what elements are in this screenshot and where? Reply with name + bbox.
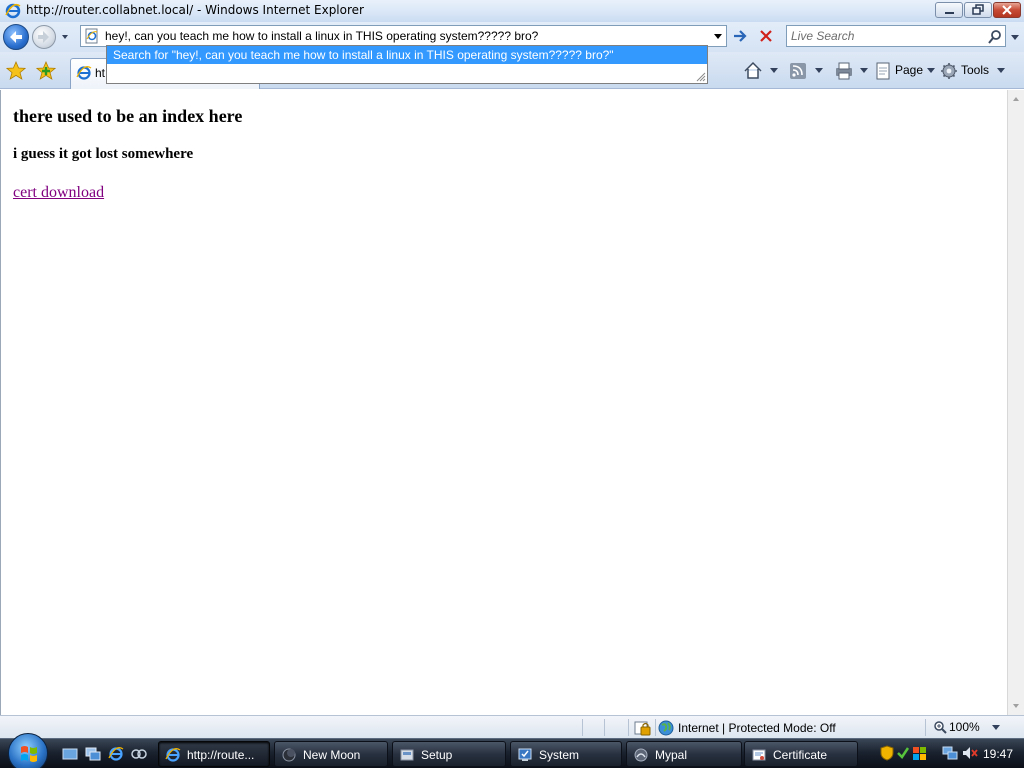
ie-icon <box>5 3 21 19</box>
window-title: http://router.collabnet.local/ - Windows… <box>26 3 364 17</box>
title-bar: http://router.collabnet.local/ - Windows… <box>0 0 1024 22</box>
mypal-icon <box>634 748 648 762</box>
checkmark-icon[interactable] <box>896 745 910 761</box>
cert-download-link[interactable]: cert download <box>13 184 104 202</box>
search-options-dropdown-icon[interactable] <box>1010 32 1020 42</box>
status-divider <box>604 719 605 736</box>
security-center-icon[interactable] <box>912 745 928 761</box>
home-icon <box>744 61 778 79</box>
add-favorites-icon[interactable] <box>36 61 56 81</box>
favorites-star-icon[interactable] <box>6 61 26 81</box>
address-bar[interactable] <box>80 25 727 47</box>
windows-logo-icon <box>21 746 37 762</box>
autocomplete-search-suggestion[interactable]: Search for "hey!, can you teach me how t… <box>107 46 707 64</box>
go-arrow-icon[interactable] <box>730 26 752 46</box>
taskbar-item-label: New Moon <box>303 748 361 762</box>
resize-grip-icon[interactable] <box>694 70 706 82</box>
moon-icon <box>282 748 296 762</box>
status-divider <box>655 719 656 736</box>
taskbar-item-mypal[interactable]: Mypal <box>626 741 742 767</box>
minimize-button[interactable] <box>935 2 963 18</box>
chevron-down-icon <box>927 68 935 73</box>
status-divider <box>582 719 583 736</box>
page-menu[interactable]: Page <box>874 60 936 82</box>
scroll-up-icon[interactable] <box>1011 94 1021 104</box>
taskbar-item-label: System <box>539 748 580 762</box>
ie-tab-icon <box>76 66 92 80</box>
vertical-scrollbar[interactable] <box>1007 90 1024 715</box>
certificate-icon <box>752 749 766 761</box>
close-button[interactable] <box>993 2 1021 18</box>
search-input[interactable] <box>791 28 981 44</box>
switch-windows-icon[interactable] <box>85 746 101 762</box>
forward-arrow-icon <box>38 31 49 43</box>
stop-icon[interactable] <box>755 26 777 46</box>
taskbar-item-label: Mypal <box>655 748 688 762</box>
ie-icon <box>165 748 181 762</box>
network-icon[interactable] <box>942 745 958 761</box>
print-button[interactable] <box>833 60 873 82</box>
taskbar-item-certificate[interactable]: Certificate <box>744 741 858 767</box>
chevron-down-icon <box>997 68 1005 73</box>
taskbar-item-label: Setup <box>421 748 453 762</box>
page-icon <box>85 28 98 44</box>
zoom-dropdown-icon[interactable] <box>991 722 1001 732</box>
tools-menu[interactable]: Tools <box>940 60 1010 82</box>
home-button[interactable] <box>742 60 782 82</box>
restore-icon <box>972 4 984 15</box>
security-lock-icon[interactable] <box>634 720 652 736</box>
tab-label: ht <box>95 66 106 80</box>
gear-icon <box>941 63 957 79</box>
zoom-icon <box>934 721 947 734</box>
taskbar-item-new-moon[interactable]: New Moon <box>274 741 388 767</box>
scroll-down-icon[interactable] <box>1011 701 1021 711</box>
address-autocomplete-dropdown: Search for "hey!, can you teach me how t… <box>106 45 708 84</box>
setup-icon <box>400 749 414 761</box>
status-bar: Internet | Protected Mode: Off 100% <box>0 715 1024 738</box>
back-arrow-icon <box>10 31 22 43</box>
printer-icon <box>836 62 868 80</box>
status-divider <box>628 719 629 736</box>
status-divider <box>925 719 926 736</box>
back-button[interactable] <box>3 24 29 50</box>
taskbar-item-setup[interactable]: Setup <box>392 741 506 767</box>
network-quicklaunch-icon[interactable] <box>131 746 147 762</box>
rss-feed-icon <box>790 63 823 79</box>
security-zone-label[interactable]: Internet | Protected Mode: Off <box>678 721 836 735</box>
taskbar-item-label: Certificate <box>773 748 828 762</box>
restore-button[interactable] <box>964 2 992 18</box>
search-icon[interactable] <box>987 29 1003 45</box>
taskbar-item-ie[interactable]: http://route... <box>158 741 270 767</box>
live-search-box[interactable] <box>786 25 1006 47</box>
show-desktop-icon[interactable] <box>62 746 78 762</box>
taskbar-item-label: http://route... <box>187 748 255 762</box>
minimize-icon <box>945 12 954 14</box>
page-menu-label: Page <box>895 63 924 77</box>
tools-menu-label: Tools <box>961 63 990 77</box>
page-subheading: i guess it got lost somewhere <box>13 146 194 162</box>
page-content: there used to be an index here i guess i… <box>0 90 1007 715</box>
system-icon <box>518 748 532 761</box>
start-button[interactable] <box>8 733 48 768</box>
shield-icon[interactable] <box>880 745 894 761</box>
internet-globe-icon <box>658 720 674 736</box>
address-input[interactable] <box>105 28 705 44</box>
ie-quicklaunch-icon[interactable] <box>108 746 124 762</box>
page-menu-icon <box>876 62 890 80</box>
taskbar: http://route... New Moon Setup System My… <box>0 733 1024 768</box>
volume-muted-icon[interactable] <box>962 745 978 761</box>
zoom-level[interactable]: 100% <box>949 720 980 734</box>
clock[interactable]: 19:47 <box>983 747 1013 761</box>
page-heading: there used to be an index here <box>13 106 243 126</box>
feeds-button[interactable] <box>787 60 827 82</box>
forward-button[interactable] <box>32 25 56 49</box>
taskbar-item-system[interactable]: System <box>510 741 622 767</box>
close-icon <box>1002 5 1012 15</box>
address-dropdown-icon[interactable] <box>710 26 726 46</box>
recent-pages-dropdown-icon[interactable] <box>60 32 70 42</box>
